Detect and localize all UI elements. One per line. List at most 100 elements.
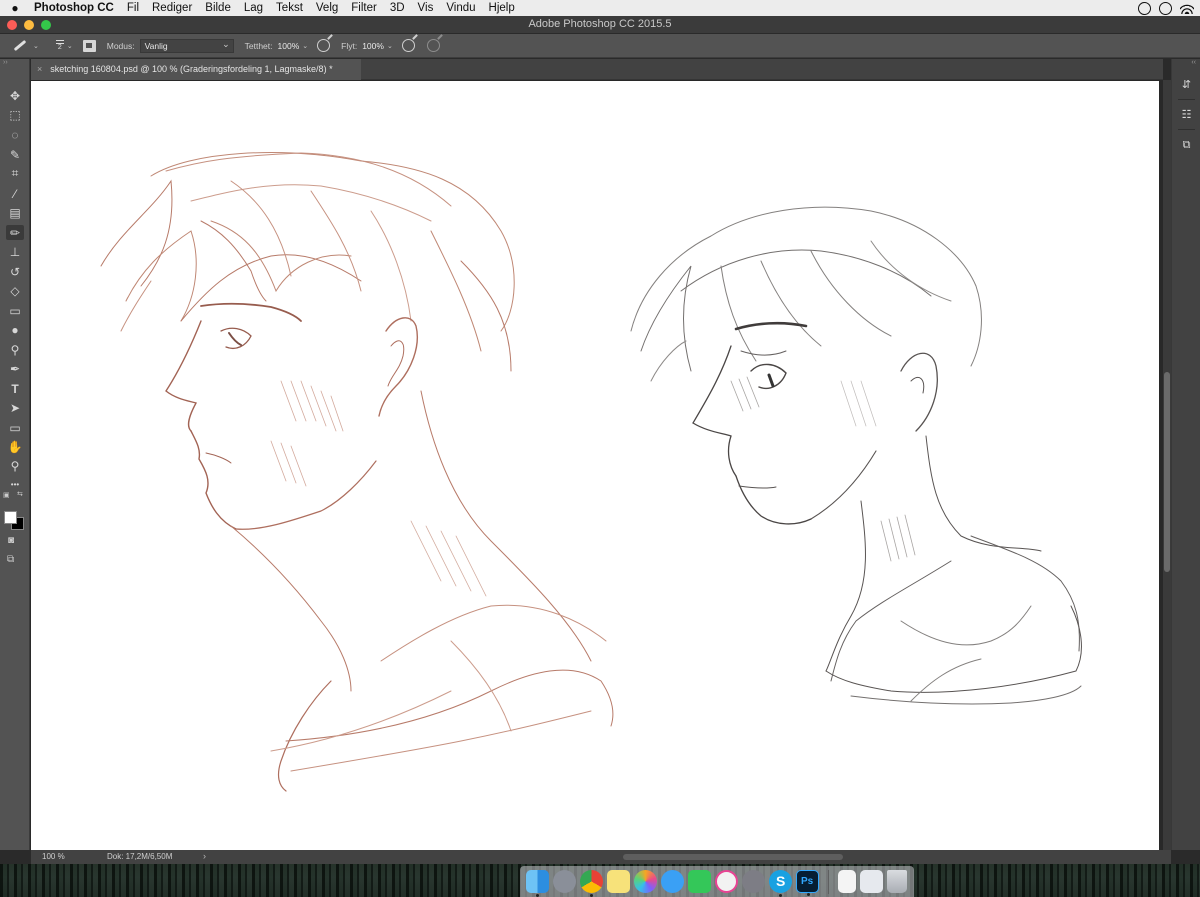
mode-label: Modus:	[106, 40, 135, 51]
history-panel-icon[interactable]: ⇵	[1179, 77, 1194, 92]
swap-colors-icon[interactable]: ⇆	[17, 490, 23, 498]
menu-tekst[interactable]: Tekst	[270, 2, 310, 14]
menu-vis[interactable]: Vis	[411, 2, 440, 14]
flow-value[interactable]: 100%	[362, 41, 384, 51]
default-colors-icon[interactable]: ▣	[3, 491, 10, 499]
opacity-value[interactable]: 100%	[278, 41, 300, 51]
quick-select-tool[interactable]: ✎	[6, 147, 24, 162]
menu-hjelp[interactable]: Hjelp	[482, 2, 521, 14]
document-canvas[interactable]	[31, 81, 1159, 850]
photos-icon[interactable]	[634, 870, 657, 893]
launchpad-icon[interactable]	[553, 870, 576, 893]
libraries-panel-icon[interactable]: ⧉	[1179, 138, 1194, 153]
healing-brush-tool[interactable]: ▤	[6, 205, 24, 220]
airbrush-icon[interactable]	[401, 39, 415, 52]
messages-icon[interactable]	[661, 870, 684, 893]
menu-app-name[interactable]: Photoshop CC	[30, 2, 120, 14]
menu-lag[interactable]: Lag	[237, 2, 269, 14]
gradient-tool[interactable]: ▭	[6, 303, 24, 318]
foreground-color-swatch[interactable]	[4, 511, 17, 524]
chevron-down-icon[interactable]: ⌄	[33, 42, 39, 50]
mac-dock: S Ps	[520, 866, 914, 897]
itunes-icon[interactable]	[715, 870, 738, 893]
finder-icon[interactable]	[526, 870, 549, 897]
move-tool[interactable]: ✥	[6, 88, 24, 103]
status-menu-arrow-icon[interactable]: ›	[203, 851, 206, 861]
eyedropper-tool[interactable]: ⁄	[6, 186, 24, 201]
menu-status-area	[1138, 0, 1194, 16]
canvas-area[interactable]	[31, 80, 1163, 850]
skype-label: S	[776, 873, 786, 889]
eraser-tool[interactable]: ◇	[6, 283, 24, 298]
rectangle-tool[interactable]: ▭	[6, 420, 24, 435]
marquee-tool[interactable]: ⬚	[6, 107, 24, 122]
brush-panel-toggle-icon[interactable]	[82, 39, 96, 52]
document-size: Dok: 17,2M/6,50M	[107, 852, 173, 861]
skype-icon[interactable]: S	[769, 870, 792, 897]
properties-panel-icon[interactable]: ☷	[1179, 107, 1194, 122]
zoom-level[interactable]: 100 %	[42, 852, 65, 861]
panel-grip[interactable]: ››	[0, 59, 29, 66]
brush-preset-picker[interactable]: 2	[55, 39, 64, 52]
menu-vindu[interactable]: Vindu	[440, 2, 482, 14]
menu-rediger[interactable]: Rediger	[146, 2, 199, 14]
menu-bilde[interactable]: Bilde	[199, 2, 238, 14]
hand-tool[interactable]: ✋	[6, 439, 24, 454]
document-icon[interactable]	[838, 870, 856, 893]
opacity-label: Tetthet:	[244, 40, 273, 51]
crop-tool[interactable]: ⌗	[6, 166, 24, 181]
menu-velg[interactable]: Velg	[309, 2, 344, 14]
menu-3d[interactable]: 3D	[383, 2, 411, 14]
blur-tool[interactable]: ●	[6, 322, 24, 337]
brush-tool[interactable]: ✏	[6, 225, 24, 240]
path-select-tool[interactable]: ➤	[6, 400, 24, 415]
menu-filter[interactable]: Filter	[345, 2, 384, 14]
pressure-opacity-icon[interactable]	[317, 39, 331, 52]
facetime-icon[interactable]	[688, 870, 711, 893]
pen-tool[interactable]: ✒	[6, 361, 24, 376]
panel-grip[interactable]: ‹‹	[1172, 59, 1200, 69]
notes-icon[interactable]	[607, 870, 630, 893]
type-tool[interactable]: T	[6, 381, 24, 396]
wifi-icon[interactable]	[1180, 2, 1194, 14]
vertical-scrollbar[interactable]	[1163, 80, 1171, 850]
status-bar: 100 % Dok: 17,2M/6,50M ›	[31, 850, 1171, 864]
brush-icon	[13, 39, 27, 52]
close-tab-icon[interactable]: ×	[37, 64, 42, 74]
screen-mode-icon[interactable]: ⧉	[7, 554, 14, 565]
left-portrait-sketch	[100, 152, 614, 792]
clone-stamp-tool[interactable]: ⊥	[6, 244, 24, 259]
chrome-icon[interactable]	[580, 870, 603, 897]
menu-fil[interactable]: Fil	[120, 2, 145, 14]
horizontal-scroll-thumb[interactable]	[623, 854, 843, 860]
zoom-tool[interactable]: ⚲	[6, 458, 24, 473]
pressure-size-icon[interactable]	[426, 39, 440, 52]
mode-select[interactable]: Vanlig	[139, 38, 234, 53]
chevron-down-icon[interactable]: ⌄	[67, 42, 73, 50]
quick-mask-icon[interactable]: ◙	[8, 535, 14, 546]
history-brush-tool[interactable]: ↺	[6, 264, 24, 279]
apple-menu-icon[interactable]: ●	[0, 1, 30, 15]
lasso-tool[interactable]: ◌	[6, 127, 24, 142]
document-tab-title: sketching 160804.psd @ 100 % (Graderings…	[50, 64, 333, 74]
right-portrait-sketch	[630, 206, 1082, 705]
window-title-bar: Adobe Photoshop CC 2015.5	[0, 16, 1200, 34]
chevron-down-icon[interactable]: ⌄	[387, 42, 393, 50]
dock-divider	[828, 869, 829, 894]
chevron-down-icon[interactable]: ⌄	[302, 42, 308, 50]
photoshop-icon[interactable]: Ps	[796, 870, 819, 896]
tool-preset-picker[interactable]	[10, 37, 30, 55]
preview-icon[interactable]	[860, 870, 883, 893]
flow-label: Flyt:	[341, 40, 358, 51]
sketch-artwork	[100, 152, 1082, 792]
trash-icon[interactable]	[887, 870, 907, 893]
document-tab-bar: × sketching 160804.psd @ 100 % (Gradering…	[31, 59, 1163, 80]
divider	[1178, 99, 1195, 100]
document-tab[interactable]: × sketching 160804.psd @ 100 % (Gradering…	[31, 59, 361, 80]
vertical-scroll-thumb[interactable]	[1164, 372, 1170, 572]
system-preferences-icon[interactable]	[742, 870, 765, 893]
options-bar: ⌄ 2 ⌄ Modus: Vanlig Tetthet: 100% ⌄ Flyt…	[0, 34, 1200, 58]
dodge-tool[interactable]: ⚲	[6, 342, 24, 357]
creative-cloud-icon[interactable]	[1138, 1, 1151, 15]
sync-check-icon[interactable]	[1159, 1, 1172, 15]
